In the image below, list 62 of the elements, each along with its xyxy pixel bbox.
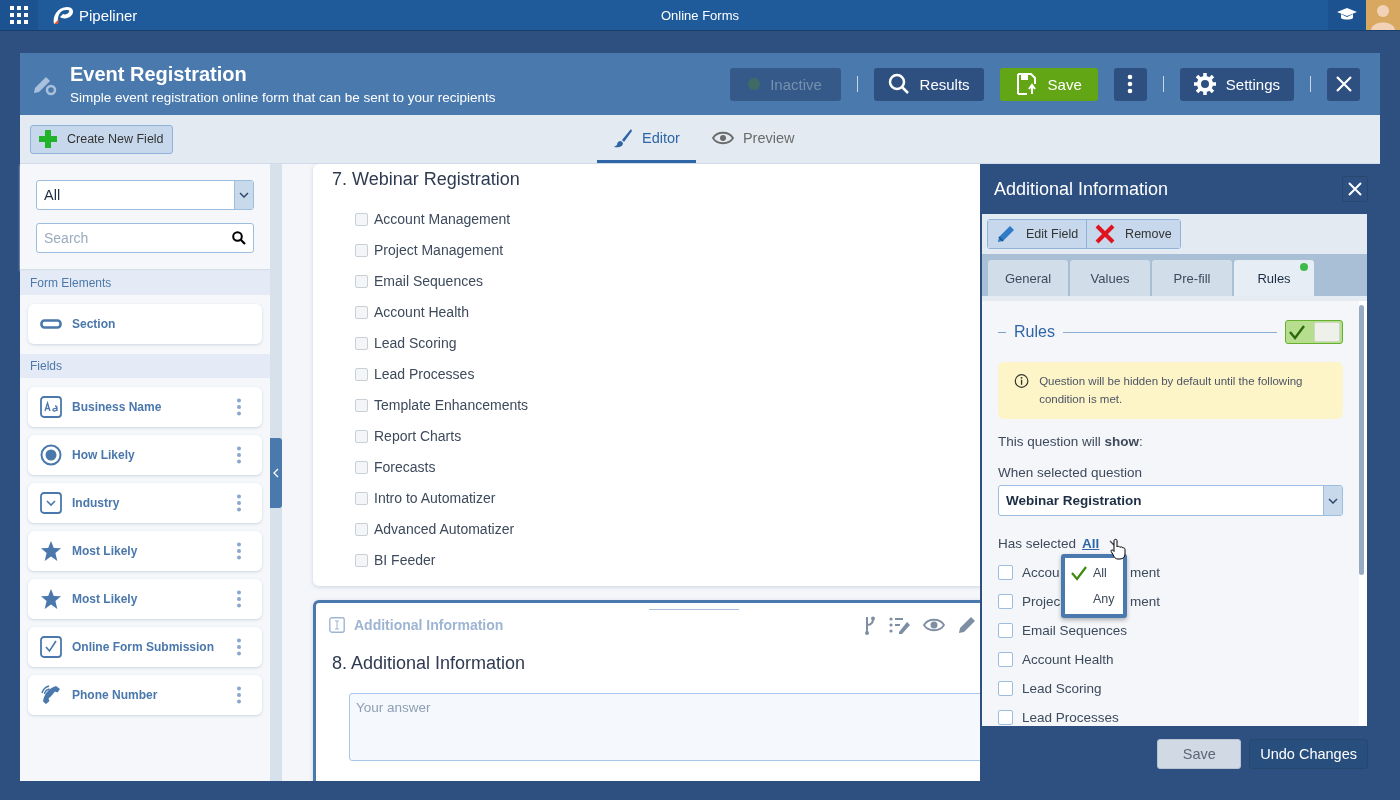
field-item[interactable]: How Likely — [28, 435, 262, 475]
option-label: Projec — [1022, 594, 1061, 609]
field-item[interactable]: Online Form Submission — [28, 627, 262, 667]
option-label: Advanced Automatizer — [374, 521, 515, 537]
undo-button[interactable]: Undo Changes — [1249, 738, 1368, 769]
field-item[interactable]: Most Likely — [28, 531, 262, 571]
question-type-label: Additional Information — [354, 617, 504, 633]
notice-text: Question will be hidden by default until the following condition is met. — [1039, 374, 1304, 407]
filter-dropdown[interactable]: All — [36, 180, 254, 210]
match-link[interactable]: All — [1082, 535, 1100, 551]
option-label: Lead Scoring — [374, 335, 457, 351]
option-label: Forecasts — [374, 459, 436, 475]
panel-tab[interactable]: Rules — [1234, 260, 1314, 296]
panel-tab[interactable]: Values — [1070, 260, 1150, 296]
search-field[interactable]: Search — [36, 223, 254, 253]
option-label: Account Health — [1022, 652, 1114, 667]
option-label: Lead Processes — [1022, 710, 1119, 725]
option-label: Lead Scoring — [1022, 681, 1102, 696]
results-button[interactable]: Results — [873, 67, 984, 101]
option-label: Report Charts — [374, 428, 462, 444]
option-label: Accou — [1022, 565, 1060, 580]
field-item[interactable]: Section — [28, 304, 262, 344]
question-dropdown[interactable]: Webinar Registration — [998, 485, 1343, 516]
question-title: 7. Webinar Registration — [331, 168, 521, 190]
option-label: Account Management — [374, 211, 511, 227]
menu-item[interactable]: Any — [1065, 586, 1123, 612]
edit-field-button[interactable]: Edit Field — [988, 220, 1088, 248]
group-heading: Form Elements — [20, 271, 270, 295]
question-card[interactable]: Additional Information 8. Additional Information Your answer — [313, 600, 980, 781]
app-name: Pipeliner — [79, 6, 138, 24]
section-heading: Rules — [1014, 323, 1055, 341]
option-label: ment — [1130, 565, 1160, 580]
option-label: ment — [1130, 594, 1160, 609]
option-label: Template Enhancements — [374, 397, 529, 413]
page-title: Online Forms — [661, 7, 739, 23]
panel-tab[interactable]: General — [988, 260, 1068, 296]
field-item[interactable]: Most Likely — [28, 579, 262, 619]
question-title: 8. Additional Information — [331, 653, 527, 674]
field-label: Has selected — [998, 535, 1077, 551]
option-label: Email Sequences — [374, 273, 483, 289]
form-subtitle: Simple event registration online form that can be sent to your recipients — [70, 90, 496, 105]
remove-button[interactable]: Remove — [1087, 220, 1180, 248]
option-label: Lead Processes — [374, 366, 475, 382]
field-item[interactable]: Business Name — [28, 387, 262, 427]
group-heading: Fields — [20, 354, 270, 378]
create-field-button[interactable]: Create New Field — [30, 124, 173, 154]
option-label: BI Feeder — [374, 552, 436, 568]
option-label: Account Health — [374, 304, 469, 320]
panel-tab[interactable]: Pre-fill — [1152, 260, 1232, 296]
settings-button[interactable]: Settings — [1179, 67, 1294, 101]
option-label: Project Management — [374, 242, 504, 258]
field-item[interactable]: Industry — [28, 483, 262, 523]
menu-item[interactable]: All — [1065, 560, 1123, 586]
answer-field[interactable]: Your answer — [349, 693, 980, 761]
field-item[interactable]: Phone Number — [28, 675, 262, 715]
form-title: Event Registration — [70, 63, 248, 86]
field-label: When selected question — [998, 465, 1144, 480]
option-label: Intro to Automatizer — [374, 490, 496, 506]
option-label: Email Sequences — [1022, 623, 1128, 638]
rule-description: This question will show: — [998, 434, 1144, 449]
view-tab[interactable]: Preview — [695, 115, 811, 163]
panel-title: Additional Information — [994, 178, 1170, 200]
